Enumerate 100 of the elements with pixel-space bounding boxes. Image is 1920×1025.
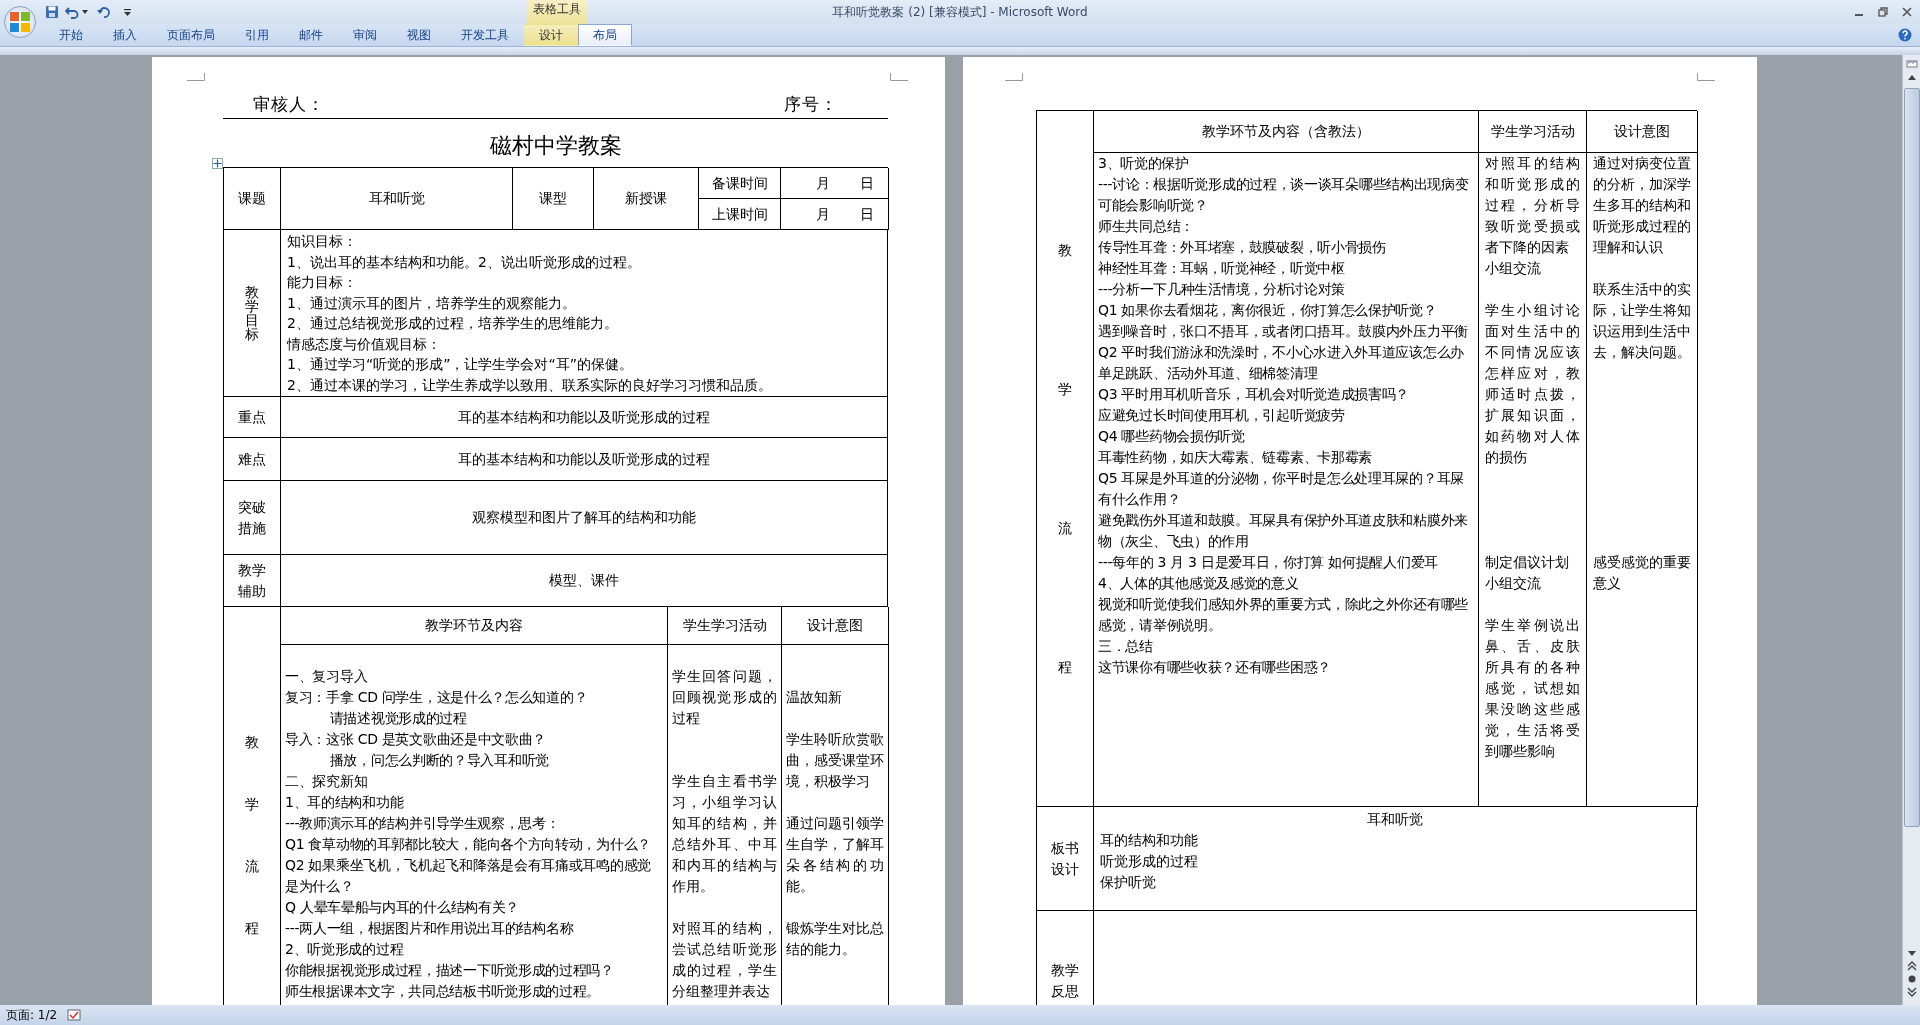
process-line: 三．总结 [1098,637,1154,656]
scroll-thumb[interactable] [1903,88,1920,827]
process-line: 应避免过长时间使用耳机，引起听觉疲劳 [1098,406,1346,425]
previous-page-icon[interactable] [1906,961,1917,971]
month-label: 月 [816,173,830,193]
browse-object-icon[interactable] [1906,974,1917,984]
objective-line: 1、说出耳的基本结构和功能。2、说出听觉形成的过程。 [287,252,641,272]
ribbon-tab[interactable]: 视图 [392,24,446,46]
ribbon-tab[interactable]: 开始 [44,24,98,46]
office-button[interactable] [4,6,36,38]
process-line: 一、复习导入 [285,667,369,686]
ribbon-tab[interactable]: 引用 [230,24,284,46]
intent-text: 温故知新 [786,688,843,707]
table-cell: 上课时间 [699,199,781,230]
process-line: Q2 平时我们游泳和洗澡时，不小心水进入外耳道应该怎么办 [1098,343,1465,362]
process-line: 师生共同总结： [1098,217,1195,236]
table-cell: 耳和听觉 [281,168,513,230]
ribbon-tab[interactable]: 插入 [98,24,152,46]
serial-label: 序号： [784,93,838,116]
ribbon-tab[interactable]: 页面布局 [152,24,230,46]
margin-mark [1005,73,1023,81]
restore-icon[interactable] [1878,7,1888,17]
row-label: 难点 [238,449,266,469]
column-header: 教学环节及内容（含教法） [1094,111,1479,153]
activity-text: 学生小组讨论面对生活中的不同情况应该怎样应对，教师适时点拨，扩展知识面，如药物对人体的损伤 [1485,301,1580,467]
process-line: ---教师演示耳的结构并引导学生观察，思考： [285,814,561,833]
window-title: 耳和听觉教案 (2) [兼容模式] - Microsoft Word [832,3,1088,21]
ribbon-tab[interactable]: 审阅 [338,24,392,46]
help-icon[interactable] [1898,28,1912,42]
caret-icon[interactable] [82,10,88,14]
document-title: 磁村中学教案 [488,132,623,160]
ribbon-tab[interactable]: 设计 [524,24,578,46]
objective-line: 2、通过本课的学习，让学生养成学以致用、联系实际的良好学习习惯和品质。 [287,375,772,395]
row-label: 重点 [238,407,266,427]
scroll-up-icon[interactable] [1906,73,1917,81]
process-line: 单足跳跃、活动外耳道、细棉签清理 [1098,364,1319,383]
save-icon[interactable] [45,5,59,19]
process-line: ---讨论：根据听觉形成的过程，谈一谈耳朵哪些结构出现病变可能会影响听觉？ [1098,175,1470,215]
proofing-icon[interactable] [67,1009,82,1021]
next-page-icon[interactable] [1906,987,1917,997]
intent-text: 通过对病变位置的分析，加深学生多耳的结构和听觉形成过程的理解和认识 [1593,154,1691,257]
column-header: 学生学习活动 [668,607,782,645]
table-cell: 耳的基本结构和功能以及听觉形成的过程 [281,397,888,438]
process-line: 请描述视觉形成的过程 [328,709,468,728]
close-icon[interactable] [1902,7,1912,17]
process-line: 神经性耳聋：耳蜗，听觉神经，听觉中枢 [1098,259,1346,278]
column-header: 设计意图 [1587,111,1698,153]
activity-text: 学生回答问题，回顾视觉形成的过程 [672,667,777,728]
page-indicator[interactable]: 页面: 1/2 [6,1006,58,1024]
objective-line: 1、通过学习“听觉的形成”，让学生学会对“耳”的保健。 [287,355,633,374]
objective-line: 能力目标： [287,273,357,292]
table-cell: 模型、课件 [281,555,888,607]
intent-text: 联系生活中的实际，让学生将知识运用到生活中去，解决问题。 [1593,280,1691,362]
row-label: 教学目标 [245,285,259,341]
intent-text: 学生聆听欣赏歌曲，感受课堂环境，积极学习 [786,730,884,791]
process-line: 二、探究新知 [285,772,369,791]
process-line: Q1 如果你去看烟花，离你很近，你打算怎么保护听觉？ [1098,301,1438,320]
process-line: 2、听觉形成的过程 [285,940,405,959]
board-line: 听觉形成的过程 [1100,852,1199,871]
activity-text: 学生举例说出鼻、舌、皮肤所具有的各种感觉，试想如果没哟这些感觉，生活将受到哪些影响 [1485,616,1580,761]
board-line: 耳的结构和功能 [1100,831,1199,850]
intent-text: 通过问题引领学生自学，了解耳朵各结构的功能。 [786,814,884,896]
undo-icon[interactable] [65,5,79,19]
activity-text: 对照耳的结构和听觉形成的过程，分析导致听觉受损或者下降的因素 [1485,154,1580,257]
process-line: 视觉和听觉使我们感知外界的重要方式，除此之外你还有哪些感觉，请举例说明。 [1098,595,1469,635]
activity-text: 制定倡议计划 [1485,553,1570,572]
board-title: 耳和听觉 [1366,810,1424,829]
table-cell: 新授课 [594,168,699,230]
process-line: 复习：手拿 CD 问学生，这是什么？怎么知道的？ [285,688,589,707]
row-label: 教学反思 [1051,960,1079,1001]
ribbon-tab[interactable]: 开发工具 [446,24,524,46]
row-label: 突破措施 [238,497,266,538]
table-cell: 观察模型和图片了解耳的结构和功能 [281,481,888,555]
margin-mark [187,73,205,81]
table-cell: 耳的基本结构和功能以及听觉形成的过程 [281,438,888,481]
process-line: 避免戳伤外耳道和鼓膜。耳屎具有保护外耳道皮肤和粘膜外来物（灰尘、飞虫）的作用 [1098,511,1469,551]
ribbon-tab[interactable]: 布局 [578,24,632,46]
table-tools-label: 表格工具 [527,0,587,24]
scroll-down-icon[interactable] [1906,950,1917,958]
caret-icon[interactable] [124,8,131,16]
activity-text: 小组交流 [1485,574,1542,593]
process-line: Q2 如果乘坐飞机，飞机起飞和降落是会有耳痛或耳鸣的感觉是为什么？ [285,856,652,896]
month-label: 月 [816,204,830,224]
column-header: 设计意图 [782,607,889,645]
margin-mark [890,73,908,81]
process-line: Q5 耳屎是外耳道的分泌物，你平时是怎么处理耳屎的？耳屎有什么作用？ [1098,469,1465,509]
redo-icon[interactable] [97,5,111,19]
process-line: Q1 食草动物的耳郭都比较大，能向各个方向转动，为什么？ [285,835,652,854]
table-cell: 课型 [513,168,594,230]
margin-mark [1697,73,1715,81]
vertical-scrollbar[interactable] [1902,55,1920,1005]
objective-line: 1、通过演示耳的图片，培养学生的观察能力。 [287,293,576,313]
day-label: 日 [860,173,874,193]
row-label: 教学辅助 [238,560,266,601]
objective-line: 情感态度与价值观目标： [287,334,441,354]
table-move-handle-icon[interactable] [212,158,223,169]
objective-line: 知识目标： [287,232,357,251]
ribbon-tab[interactable]: 邮件 [284,24,338,46]
process-line: 播放，问怎么判断的？导入耳和听觉 [328,751,550,770]
table-cell: 备课时间 [699,168,781,199]
